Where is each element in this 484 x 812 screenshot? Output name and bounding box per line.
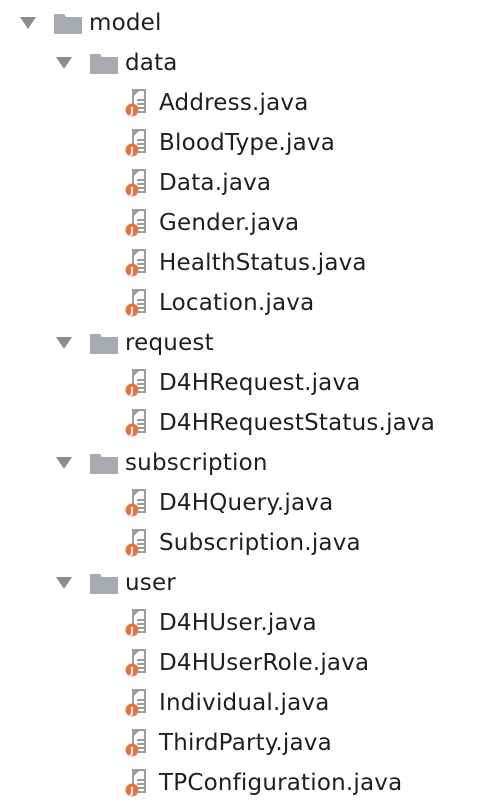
folder-label: subscription xyxy=(125,450,268,476)
file-label: D4HUser.java xyxy=(159,610,317,636)
java-file-icon: J xyxy=(125,368,147,398)
tree-file-ThirdParty[interactable]: J ThirdParty.java xyxy=(0,723,484,763)
svg-text:J: J xyxy=(129,106,134,117)
tree-file-BloodType[interactable]: J BloodType.java xyxy=(0,123,484,163)
java-file-icon: J xyxy=(125,688,147,718)
file-label: Address.java xyxy=(159,90,309,116)
java-file-icon: J xyxy=(125,208,147,238)
tree-folder-data[interactable]: data xyxy=(0,43,484,83)
folder-label: request xyxy=(125,330,214,356)
file-label: TPConfiguration.java xyxy=(159,770,403,796)
folder-label: data xyxy=(125,50,178,76)
expand-arrow-icon[interactable] xyxy=(55,455,73,471)
file-label: Individual.java xyxy=(159,690,330,716)
svg-text:J: J xyxy=(129,306,134,317)
svg-text:J: J xyxy=(129,786,134,797)
folder-label: model xyxy=(89,10,162,36)
tree-file-Individual[interactable]: J Individual.java xyxy=(0,683,484,723)
tree-file-Location[interactable]: J Location.java xyxy=(0,283,484,323)
java-file-icon: J xyxy=(125,768,147,798)
file-label: Location.java xyxy=(159,290,315,316)
folder-icon xyxy=(89,571,119,595)
java-file-icon: J xyxy=(125,288,147,318)
file-label: D4HRequest.java xyxy=(159,370,361,396)
project-tree: model data J Address.java J BloodType.java J Da… xyxy=(0,0,484,812)
svg-text:J: J xyxy=(129,506,134,517)
file-label: D4HUserRole.java xyxy=(159,650,370,676)
tree-file-D4HRequestStatus[interactable]: J D4HRequestStatus.java xyxy=(0,403,484,443)
tree-file-Address[interactable]: J Address.java xyxy=(0,83,484,123)
tree-file-TPConfiguration[interactable]: J TPConfiguration.java xyxy=(0,763,484,803)
tree-folder-request[interactable]: request xyxy=(0,323,484,363)
expand-arrow-icon[interactable] xyxy=(55,575,73,591)
svg-text:J: J xyxy=(129,626,134,637)
expand-arrow-icon[interactable] xyxy=(55,55,73,71)
java-file-icon: J xyxy=(125,648,147,678)
svg-text:J: J xyxy=(129,226,134,237)
file-label: D4HQuery.java xyxy=(159,490,334,516)
tree-file-Subscription[interactable]: J Subscription.java xyxy=(0,523,484,563)
java-file-icon: J xyxy=(125,248,147,278)
expand-arrow-icon[interactable] xyxy=(55,335,73,351)
folder-icon xyxy=(53,11,83,35)
svg-text:J: J xyxy=(129,426,134,437)
folder-icon xyxy=(89,331,119,355)
tree-file-D4HQuery[interactable]: J D4HQuery.java xyxy=(0,483,484,523)
tree-file-HealthStatus[interactable]: J HealthStatus.java xyxy=(0,243,484,283)
svg-text:J: J xyxy=(129,706,134,717)
file-label: HealthStatus.java xyxy=(159,250,367,276)
svg-text:J: J xyxy=(129,266,134,277)
file-label: Data.java xyxy=(159,170,272,196)
folder-icon xyxy=(89,51,119,75)
java-file-icon: J xyxy=(125,728,147,758)
svg-text:J: J xyxy=(129,186,134,197)
folder-label: user xyxy=(125,570,176,596)
java-file-icon: J xyxy=(125,608,147,638)
svg-text:J: J xyxy=(129,666,134,677)
java-file-icon: J xyxy=(125,88,147,118)
svg-text:J: J xyxy=(129,746,134,757)
java-file-icon: J xyxy=(125,128,147,158)
expand-arrow-icon[interactable] xyxy=(19,15,37,31)
svg-text:J: J xyxy=(129,386,134,397)
svg-text:J: J xyxy=(129,146,134,157)
java-file-icon: J xyxy=(125,408,147,438)
java-file-icon: J xyxy=(125,488,147,518)
file-label: ThirdParty.java xyxy=(159,730,332,756)
file-label: Subscription.java xyxy=(159,530,361,556)
tree-file-Data[interactable]: J Data.java xyxy=(0,163,484,203)
tree-file-D4HUserRole[interactable]: J D4HUserRole.java xyxy=(0,643,484,683)
java-file-icon: J xyxy=(125,528,147,558)
tree-folder-model[interactable]: model xyxy=(0,3,484,43)
tree-file-D4HRequest[interactable]: J D4HRequest.java xyxy=(0,363,484,403)
java-file-icon: J xyxy=(125,168,147,198)
tree-file-Gender[interactable]: J Gender.java xyxy=(0,203,484,243)
folder-icon xyxy=(89,451,119,475)
tree-folder-subscription[interactable]: subscription xyxy=(0,443,484,483)
file-label: D4HRequestStatus.java xyxy=(159,410,436,436)
tree-file-D4HUser[interactable]: J D4HUser.java xyxy=(0,603,484,643)
svg-text:J: J xyxy=(129,546,134,557)
file-label: Gender.java xyxy=(159,210,300,236)
file-label: BloodType.java xyxy=(159,130,336,156)
tree-folder-user[interactable]: user xyxy=(0,563,484,603)
